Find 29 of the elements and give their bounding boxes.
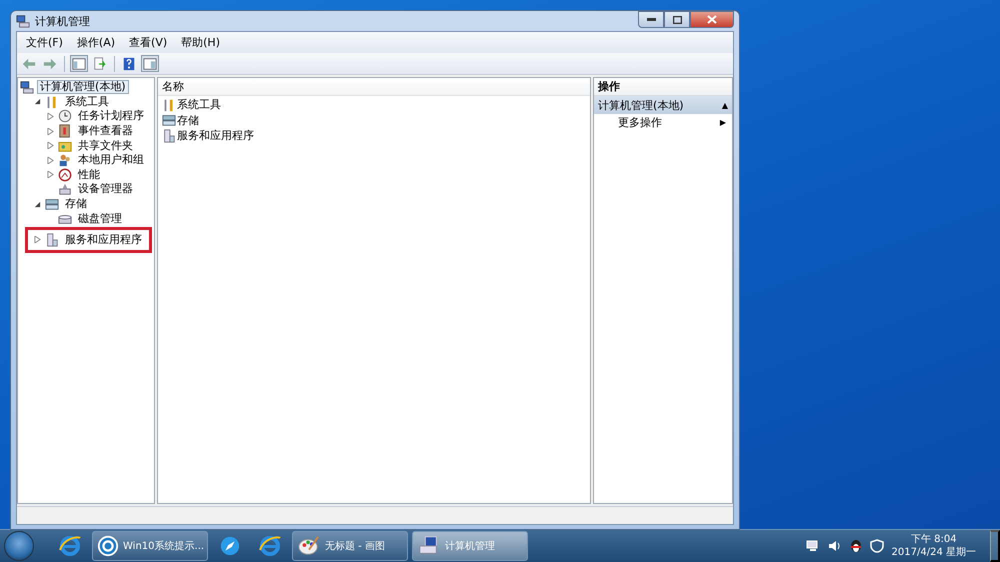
- tree-item[interactable]: 任务计划程序: [75, 109, 147, 124]
- tree-item[interactable]: 性能: [75, 168, 103, 182]
- action-section-header[interactable]: 计算机管理(本地) ▲: [594, 96, 732, 114]
- pane-title: 操作: [598, 79, 620, 94]
- list-item[interactable]: 存储: [177, 112, 199, 128]
- tree-item[interactable]: 设备管理器: [75, 182, 136, 196]
- action-item[interactable]: 更多操作: [618, 115, 662, 130]
- list-item[interactable]: 系统工具: [177, 97, 221, 112]
- list-item[interactable]: 服务和应用程序: [177, 128, 254, 144]
- tree-item[interactable]: 本地用户和组: [75, 153, 147, 168]
- window-title: 计算机管理: [35, 14, 90, 28]
- menu-item[interactable]: 帮助(H): [175, 33, 226, 52]
- menu-item[interactable]: 查看(V): [123, 33, 174, 52]
- collapse-icon[interactable]: ▲: [722, 100, 728, 110]
- tree-item[interactable]: 服务和应用程序: [62, 232, 145, 247]
- taskbar-button[interactable]: Win10系统提示...: [92, 531, 208, 561]
- tree-item[interactable]: 共享文件夹: [75, 138, 136, 153]
- taskbar-button[interactable]: 无标题 - 画图: [292, 531, 408, 561]
- tree-item[interactable]: 事件查看器: [75, 124, 136, 138]
- tree-item[interactable]: 计算机管理(本地): [37, 80, 129, 94]
- submenu-arrow-icon: ▶: [720, 118, 726, 127]
- menu-item[interactable]: 操作(A): [70, 33, 122, 52]
- column-header[interactable]: 名称: [158, 78, 590, 96]
- tree-item[interactable]: 磁盘管理: [75, 212, 125, 226]
- tree-item[interactable]: 存储: [62, 197, 90, 212]
- tree-item[interactable]: 系统工具: [62, 94, 112, 109]
- menu-item[interactable]: 文件(F): [20, 33, 69, 52]
- section-title: 计算机管理(本地): [598, 98, 684, 112]
- clock[interactable]: 下午 8:04 2017/4/24 星期一: [892, 533, 976, 559]
